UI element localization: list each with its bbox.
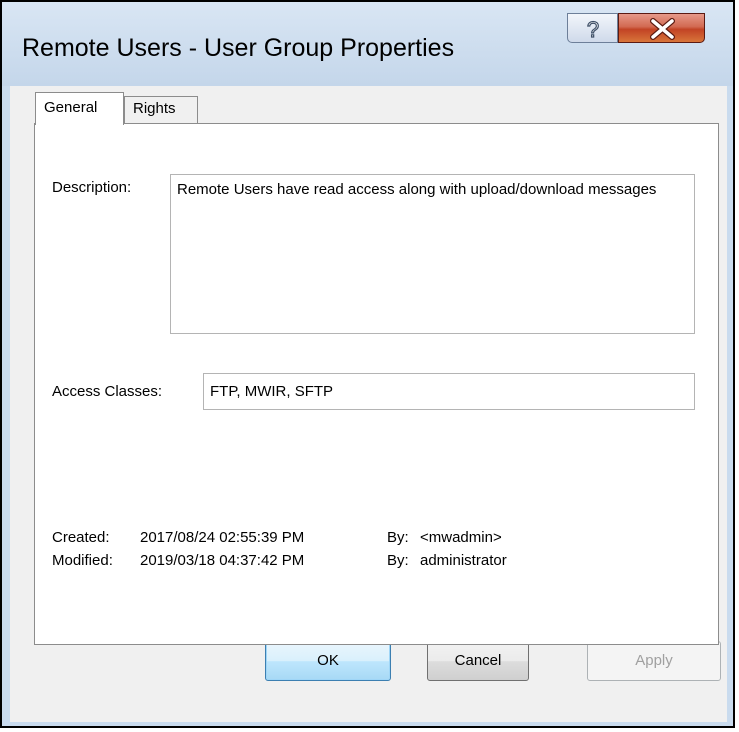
- access-classes-label: Access Classes:: [52, 383, 163, 400]
- dialog-window: Remote Users - User Group Properties ? G…: [0, 0, 735, 728]
- cancel-button[interactable]: Cancel: [427, 641, 529, 681]
- close-button[interactable]: [618, 13, 705, 43]
- ok-button[interactable]: OK: [265, 641, 391, 681]
- modified-value: 2019/03/18 04:37:42 PM: [140, 552, 305, 569]
- tab-general[interactable]: General: [35, 92, 124, 125]
- title-bar[interactable]: Remote Users - User Group Properties ?: [2, 2, 733, 86]
- svg-text:?: ?: [587, 17, 599, 42]
- modified-by-label: By:: [387, 552, 409, 569]
- access-classes-field[interactable]: FTP, MWIR, SFTP: [203, 373, 695, 410]
- general-tab-panel: Description: Remote Users have read acce…: [34, 123, 719, 645]
- dialog-client-area: General Rights Description: Remote Users…: [10, 86, 727, 722]
- created-by-label: By:: [387, 529, 409, 546]
- help-button[interactable]: ?: [567, 13, 618, 43]
- description-field[interactable]: Remote Users have read access along with…: [170, 174, 695, 334]
- close-x-icon: [650, 18, 675, 40]
- window-title: Remote Users - User Group Properties: [22, 34, 455, 62]
- modified-by-value: administrator: [420, 552, 507, 569]
- description-label: Description:: [52, 179, 132, 196]
- created-label: Created:: [52, 529, 110, 546]
- created-value: 2017/08/24 02:55:39 PM: [140, 529, 305, 546]
- question-mark-icon: ?: [586, 16, 599, 42]
- tab-rights[interactable]: Rights: [124, 96, 198, 124]
- modified-label: Modified:: [52, 552, 113, 569]
- apply-button[interactable]: Apply: [587, 641, 721, 681]
- created-by-value: <mwadmin>: [420, 529, 502, 546]
